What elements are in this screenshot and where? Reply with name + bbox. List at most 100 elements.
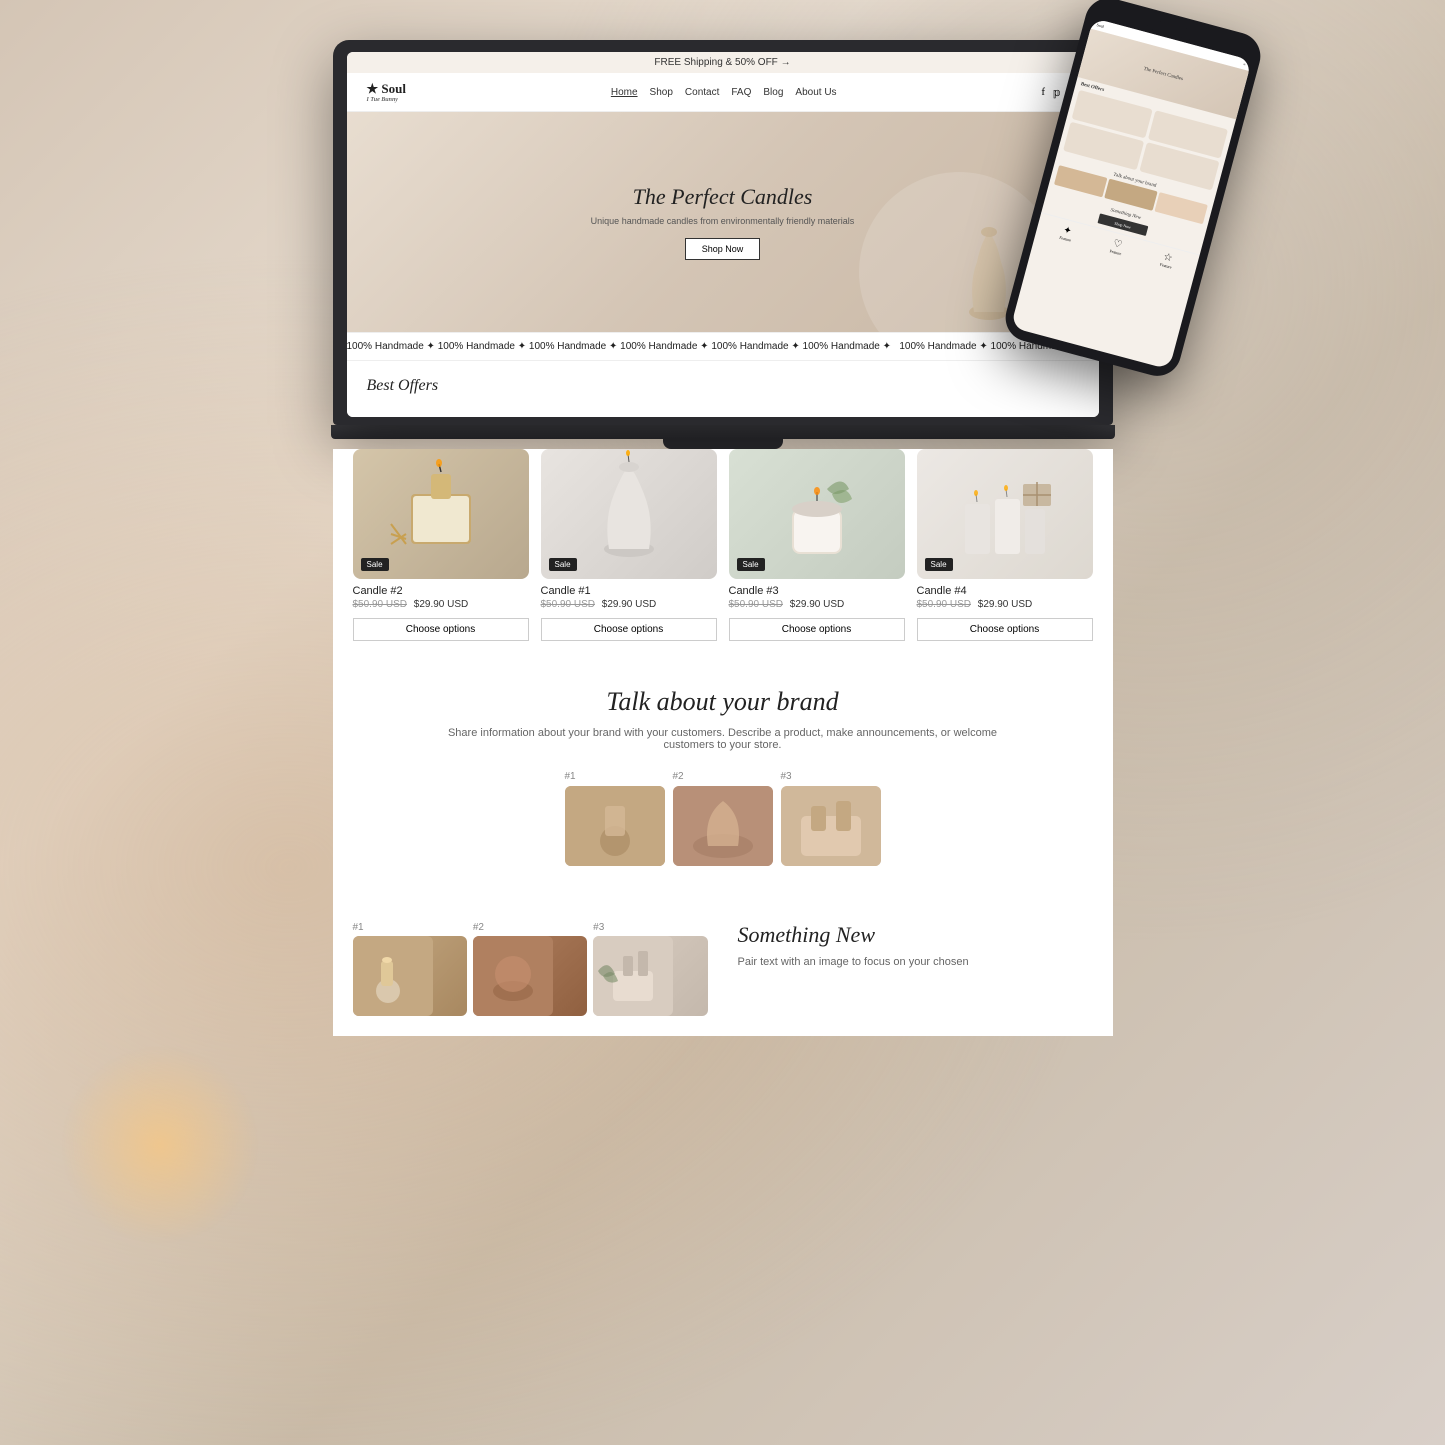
best-offers-section: Best Offers xyxy=(347,361,1099,417)
product-image-4: Sale xyxy=(917,449,1093,579)
price-original-1: $50.90 USD xyxy=(353,599,407,610)
sn-img-3 xyxy=(593,936,707,1016)
product-image-2: Sale xyxy=(541,449,717,579)
brand-section: Talk about your brand Share information … xyxy=(333,657,1113,902)
brand-svg-1 xyxy=(565,786,665,866)
price-sale-4: $29.90 USD xyxy=(978,599,1032,610)
phone-logo: Soul xyxy=(1096,22,1104,29)
product-card-3: Sale Candle #3 $50.90 USD $29.90 USD Cho… xyxy=(729,449,905,641)
site-header: ★ Soul I Tue Bunny Home Shop Contact FAQ… xyxy=(347,73,1099,112)
sn-image-item-2: #2 xyxy=(473,922,587,1016)
sn-image-item-1: #1 xyxy=(353,922,467,1016)
hero-title: The Perfect Candles xyxy=(591,184,855,210)
candle-2-svg xyxy=(381,454,501,574)
brand-image-item-1: #1 xyxy=(565,771,665,866)
product-price-2: $50.90 USD $29.90 USD xyxy=(541,599,717,610)
extended-content: Sale Candle #2 $50.90 USD $29.90 USD Cho… xyxy=(333,449,1113,1036)
sn-label-1: #1 xyxy=(353,922,467,933)
brand-images-grid: #1 #2 xyxy=(353,771,1093,866)
shop-now-button[interactable]: Shop Now xyxy=(685,238,761,260)
sn-image-item-3: #3 xyxy=(593,922,707,1016)
choose-options-button-4[interactable]: Choose options xyxy=(917,618,1093,641)
choose-options-button-3[interactable]: Choose options xyxy=(729,618,905,641)
nav-blog[interactable]: Blog xyxy=(763,87,783,98)
sn-svg-2 xyxy=(473,936,553,1016)
sn-img-2 xyxy=(473,936,587,1016)
nav-shop[interactable]: Shop xyxy=(650,87,673,98)
nav-about[interactable]: About Us xyxy=(795,87,836,98)
nav-faq[interactable]: FAQ xyxy=(731,87,751,98)
product-card-4: Sale Candle #4 $50.90 USD $29.90 USD Cho… xyxy=(917,449,1093,641)
brand-description: Share information about your brand with … xyxy=(423,727,1023,751)
price-original-3: $50.90 USD xyxy=(729,599,783,610)
phone-cta: Shop Now xyxy=(1114,220,1132,229)
hero-subtitle: Unique handmade candles from environment… xyxy=(591,216,855,226)
brand-img-1 xyxy=(565,786,665,866)
sale-badge-3: Sale xyxy=(737,558,765,571)
sn-label-3: #3 xyxy=(593,922,707,933)
phone-feature-2: ♡ Feature xyxy=(1109,238,1125,257)
brand-title: Talk about your brand xyxy=(353,687,1093,717)
product-card-2: Sale Candle #1 $50.90 USD $29.90 USD Cho… xyxy=(541,449,717,641)
price-sale-1: $29.90 USD xyxy=(414,599,468,610)
nav-contact[interactable]: Contact xyxy=(685,87,719,98)
product-price-3: $50.90 USD $29.90 USD xyxy=(729,599,905,610)
phone-feature-3: ☆ Feature xyxy=(1159,251,1175,270)
announcement-text: FREE Shipping & 50% OFF → xyxy=(654,57,790,68)
something-new-images: #1 #2 xyxy=(353,922,708,1016)
product-image-3: Sale xyxy=(729,449,905,579)
site-logo: ★ Soul I Tue Bunny xyxy=(367,81,406,103)
brand-number-2: #2 xyxy=(673,771,773,782)
laptop-wrapper: Soul ≡ The Perfect Candles Best Offers xyxy=(333,40,1113,449)
sale-badge-2: Sale xyxy=(549,558,577,571)
candle-3-svg xyxy=(757,454,877,574)
laptop-stand xyxy=(663,439,783,449)
choose-options-button-2[interactable]: Choose options xyxy=(541,618,717,641)
product-price-1: $50.90 USD $29.90 USD xyxy=(353,599,529,610)
brand-img-3 xyxy=(781,786,881,866)
brand-image-item-2: #2 xyxy=(673,771,773,866)
marquee-bar: 100% Handmade ✦ 100% Handmade ✦ 100% Han… xyxy=(347,332,1099,361)
sale-badge-4: Sale xyxy=(925,558,953,571)
sn-img-1 xyxy=(353,936,467,1016)
price-sale-3: $29.90 USD xyxy=(790,599,844,610)
brand-image-item-3: #3 xyxy=(781,771,881,866)
brand-img-2 xyxy=(673,786,773,866)
pinterest-icon[interactable]: 𝕡 xyxy=(1053,86,1061,99)
phone-feature-1: ✦ Feature xyxy=(1058,224,1074,243)
candle-1-svg xyxy=(569,449,689,579)
something-new-title: Something New xyxy=(738,922,1093,948)
brand-number-1: #1 xyxy=(565,771,665,782)
candle-4-svg xyxy=(945,454,1065,574)
logo-subtitle: I Tue Bunny xyxy=(367,97,406,103)
something-new-section: #1 #2 xyxy=(333,902,1113,1036)
nav-home[interactable]: Home xyxy=(611,87,638,98)
hero-section: The Perfect Candles Unique handmade cand… xyxy=(347,112,1099,332)
laptop-base xyxy=(331,425,1115,439)
sn-label-2: #2 xyxy=(473,922,587,933)
product-name-3: Candle #3 xyxy=(729,585,905,597)
brand-number-3: #3 xyxy=(781,771,881,782)
laptop-screen: FREE Shipping & 50% OFF → ★ Soul I Tue B… xyxy=(347,52,1099,417)
sn-svg-1 xyxy=(353,936,433,1016)
logo-star: ★ xyxy=(367,81,379,96)
hero-content: The Perfect Candles Unique handmade cand… xyxy=(591,184,855,260)
facebook-icon[interactable]: f xyxy=(1041,86,1045,99)
product-name-1: Candle #2 xyxy=(353,585,529,597)
product-image-1: Sale xyxy=(353,449,529,579)
choose-options-button-1[interactable]: Choose options xyxy=(353,618,529,641)
something-new-grid: #1 #2 xyxy=(353,922,708,1016)
price-sale-2: $29.90 USD xyxy=(602,599,656,610)
product-name-4: Candle #4 xyxy=(917,585,1093,597)
product-name-2: Candle #1 xyxy=(541,585,717,597)
products-grid: Sale Candle #2 $50.90 USD $29.90 USD Cho… xyxy=(333,449,1113,657)
product-price-4: $50.90 USD $29.90 USD xyxy=(917,599,1093,610)
something-new-text: Something New Pair text with an image to… xyxy=(738,922,1093,968)
product-card-1: Sale Candle #2 $50.90 USD $29.90 USD Cho… xyxy=(353,449,529,641)
sale-badge-1: Sale xyxy=(361,558,389,571)
phone-nav: ≡ xyxy=(1242,61,1245,66)
brand-svg-2 xyxy=(673,786,773,866)
price-original-2: $50.90 USD xyxy=(541,599,595,610)
marquee-text: 100% Handmade ✦ 100% Handmade ✦ 100% Han… xyxy=(347,341,1099,352)
page-wrapper: Soul ≡ The Perfect Candles Best Offers xyxy=(0,0,1445,1076)
